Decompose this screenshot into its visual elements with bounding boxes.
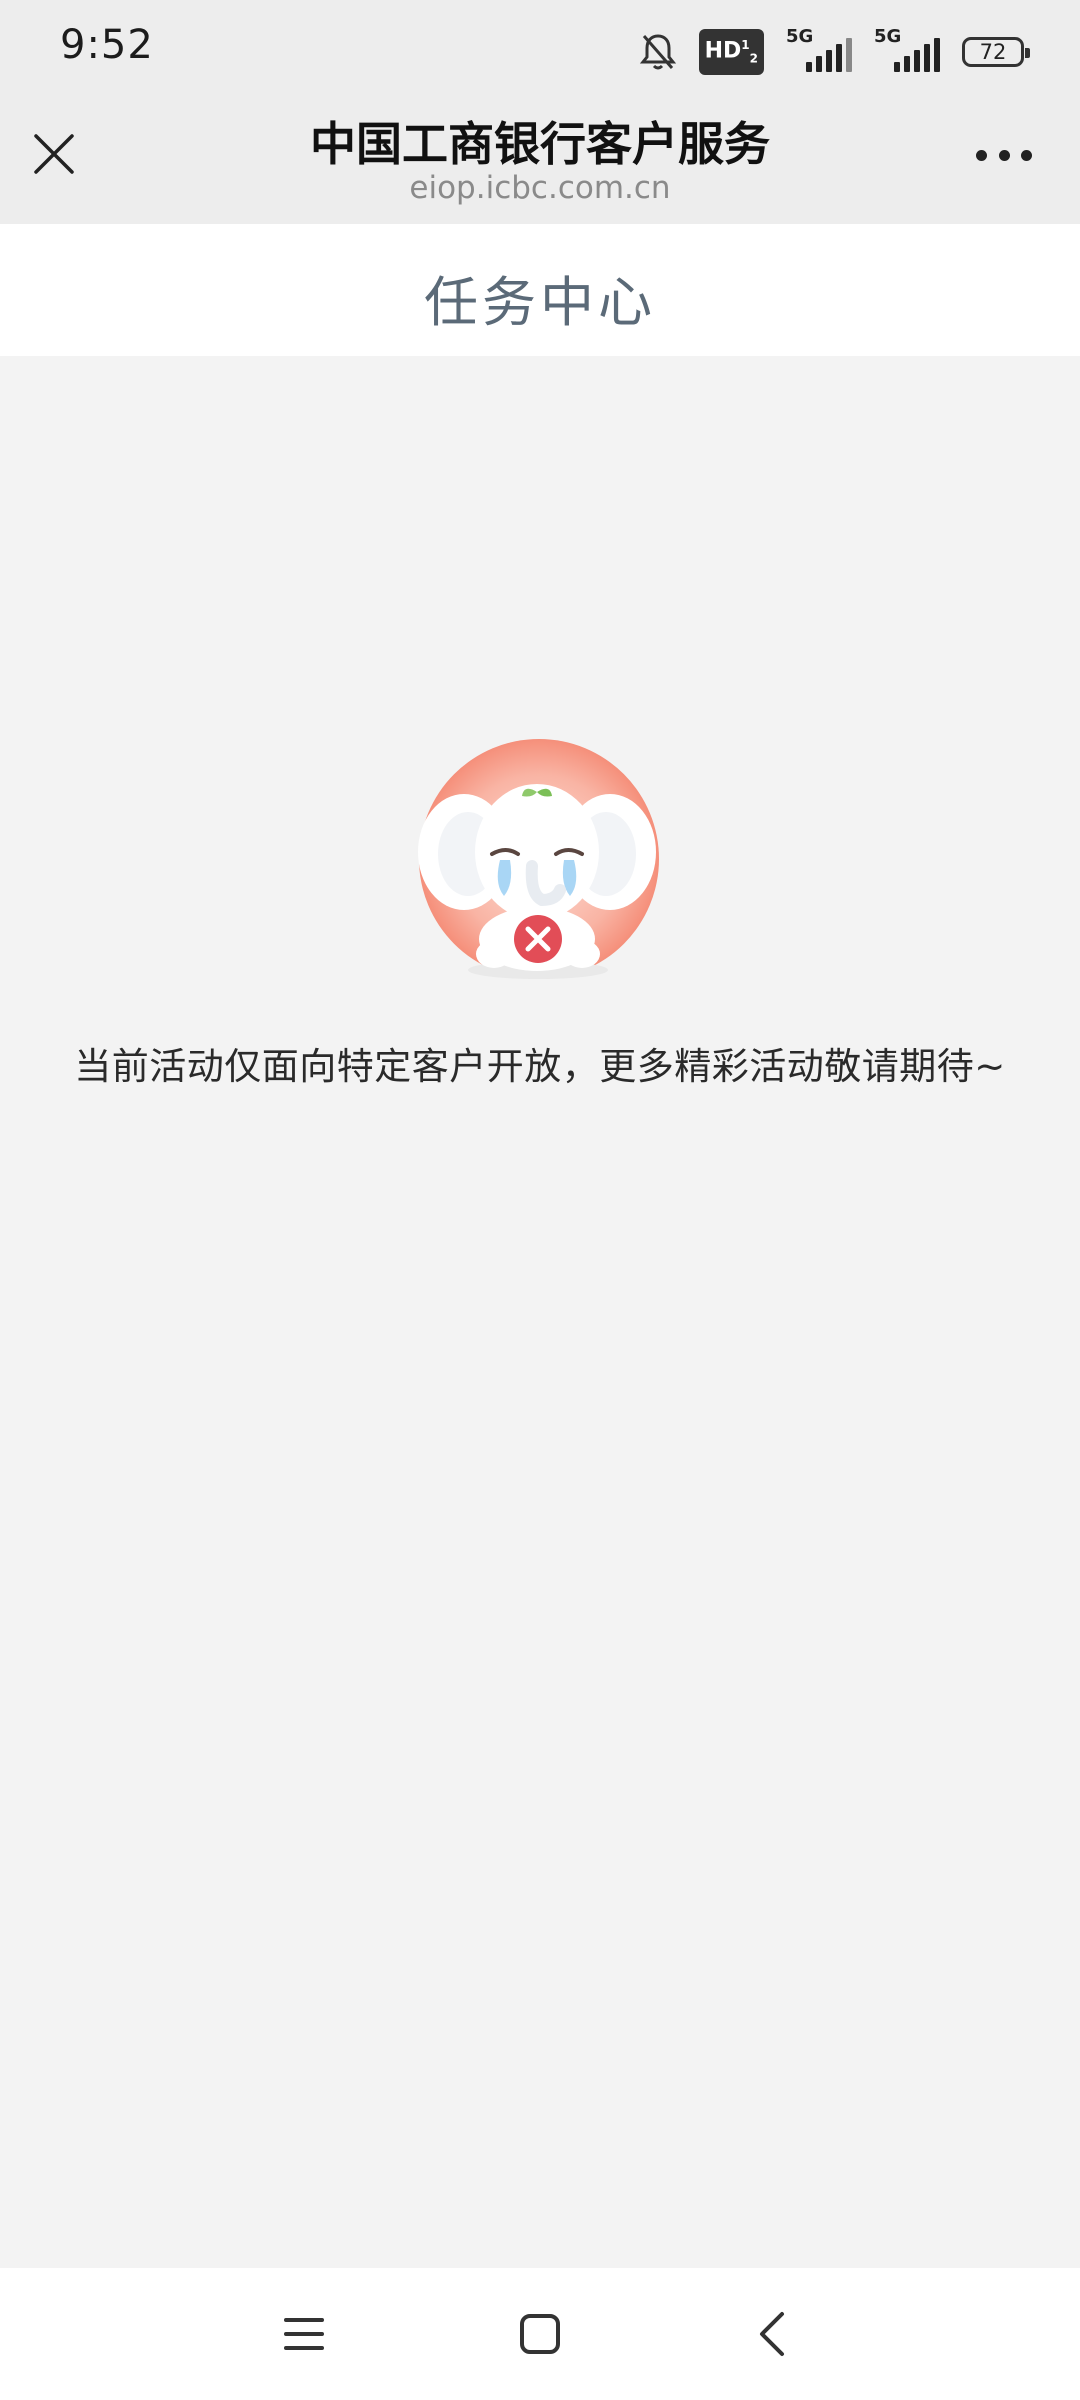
battery-level: 72 — [979, 40, 1007, 64]
hd-sub2: 2 — [749, 51, 758, 66]
window-title: 中国工商银行客户服务 — [310, 117, 770, 171]
hd-label: HD — [704, 38, 742, 64]
status-time: 9:52 — [60, 22, 154, 68]
status-icons: HD12 5G 5G 72 — [639, 26, 1030, 75]
mute-bell-icon — [639, 34, 676, 70]
empty-state-message: 当前活动仅面向特定客户开放，更多精彩活动敬请期待~ — [74, 1045, 1006, 1088]
menu-button[interactable] — [276, 2306, 332, 2362]
status-bar: 9:52 HD12 5G 5G 72 — [0, 0, 1080, 100]
page-title: 任务中心 — [424, 271, 656, 334]
battery-icon: 72 — [962, 37, 1030, 67]
more-icon — [1021, 149, 1032, 161]
back-button[interactable] — [746, 2306, 802, 2362]
back-icon — [760, 2312, 784, 2356]
crying-elephant-mascot-icon — [418, 739, 659, 979]
more-icon — [976, 149, 987, 161]
hd-icon: HD12 — [698, 29, 764, 75]
more-button[interactable] — [976, 148, 1032, 162]
title-bar: 中国工商银行客户服务 eiop.icbc.com.cn — [0, 100, 1080, 224]
more-icon — [998, 149, 1010, 161]
content-area: 当前活动仅面向特定客户开放，更多精彩活动敬请期待~ — [0, 356, 1080, 2268]
signal-icon: 5G — [786, 26, 852, 72]
signal-icon: 5G — [874, 26, 940, 72]
page-header: 任务中心 — [0, 224, 1080, 356]
home-button[interactable] — [512, 2306, 568, 2362]
menu-icon — [284, 2318, 324, 2350]
page-url: eiop.icbc.com.cn — [409, 170, 671, 206]
hd-sub: 1 — [741, 38, 750, 53]
system-nav-bar — [0, 2268, 1080, 2400]
home-icon — [520, 2314, 560, 2354]
